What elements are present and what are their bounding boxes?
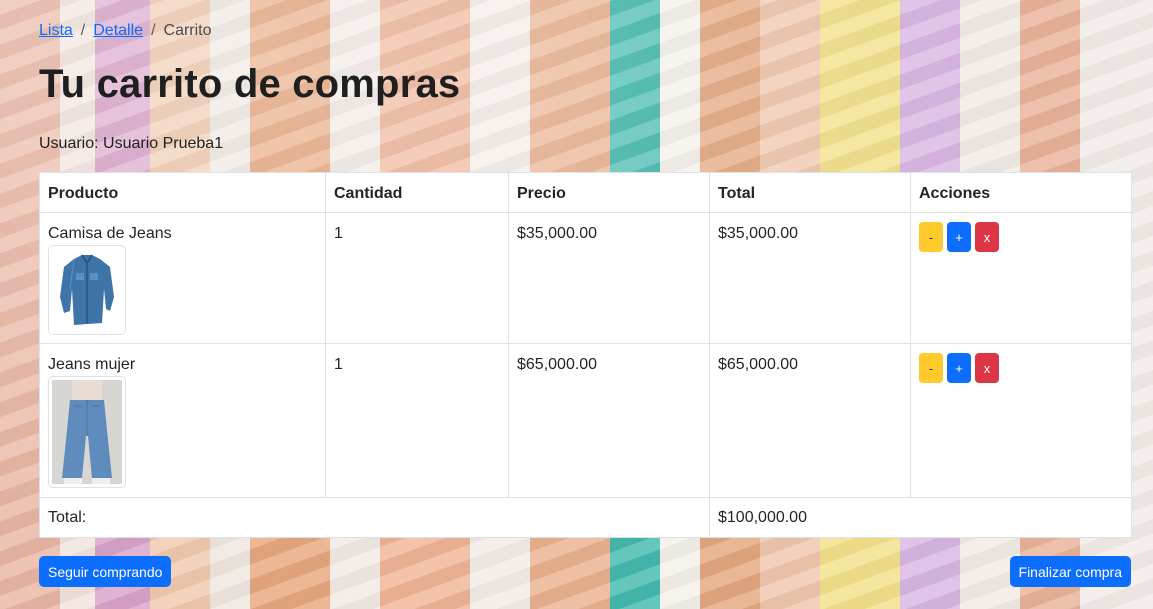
remove-item-button[interactable]: x — [975, 222, 999, 252]
decrease-quantity-button[interactable]: - — [919, 353, 943, 383]
actions-cell: - + x — [910, 343, 1132, 498]
price-cell: $35,000.00 — [508, 212, 710, 344]
product-cell: Jeans mujer — [39, 343, 326, 498]
breadcrumb-current: Carrito — [163, 22, 212, 39]
actions-cell: - + x — [910, 212, 1132, 344]
increase-quantity-button[interactable]: + — [947, 353, 971, 383]
cart-total-row: Total: $100,000.00 — [39, 497, 1132, 538]
table-header-row: Producto Cantidad Precio Total Acciones — [39, 172, 1132, 213]
column-header-cantidad: Cantidad — [325, 172, 509, 213]
product-name: Camisa de Jeans — [48, 225, 172, 242]
column-header-acciones: Acciones — [910, 172, 1132, 213]
product-name: Jeans mujer — [48, 356, 136, 373]
page-title: Tu carrito de compras — [39, 62, 461, 106]
cart-total-value: $100,000.00 — [709, 497, 1132, 538]
continue-shopping-button[interactable]: Seguir comprando — [39, 556, 172, 587]
quantity-cell: 1 — [325, 343, 509, 498]
cart-total-label: Total: — [39, 497, 710, 538]
product-cell: Camisa de Jeans — [39, 212, 326, 344]
breadcrumb: Lista / Detalle / Carrito — [39, 22, 212, 40]
column-header-precio: Precio — [508, 172, 710, 213]
denim-shirt-image — [48, 245, 126, 335]
remove-item-button[interactable]: x — [975, 353, 999, 383]
column-header-producto: Producto — [39, 172, 326, 213]
cart-table: Producto Cantidad Precio Total Acciones … — [39, 172, 1132, 538]
row-actions: - + x — [919, 353, 1123, 383]
quantity-cell: 1 — [325, 212, 509, 344]
table-row: Camisa de Jeans 1 $35,000.00 $35,000.00 … — [39, 212, 1132, 344]
row-actions: - + x — [919, 222, 1123, 252]
line-total-cell: $65,000.00 — [709, 343, 911, 498]
user-line: Usuario: Usuario Prueba1 — [39, 135, 224, 152]
womens-jeans-image — [48, 376, 126, 488]
column-header-total: Total — [709, 172, 911, 213]
decrease-quantity-button[interactable]: - — [919, 222, 943, 252]
price-cell: $65,000.00 — [508, 343, 710, 498]
finish-purchase-button[interactable]: Finalizar compra — [1009, 556, 1131, 587]
breadcrumb-link-lista[interactable]: Lista — [39, 22, 73, 40]
table-row: Jeans mujer 1 $65,000.00 $65,000.00 - + … — [39, 343, 1132, 498]
increase-quantity-button[interactable]: + — [947, 222, 971, 252]
breadcrumb-link-detalle[interactable]: Detalle — [93, 22, 143, 40]
breadcrumb-separator: / — [80, 22, 86, 39]
breadcrumb-separator: / — [151, 22, 156, 39]
line-total-cell: $35,000.00 — [709, 212, 911, 344]
